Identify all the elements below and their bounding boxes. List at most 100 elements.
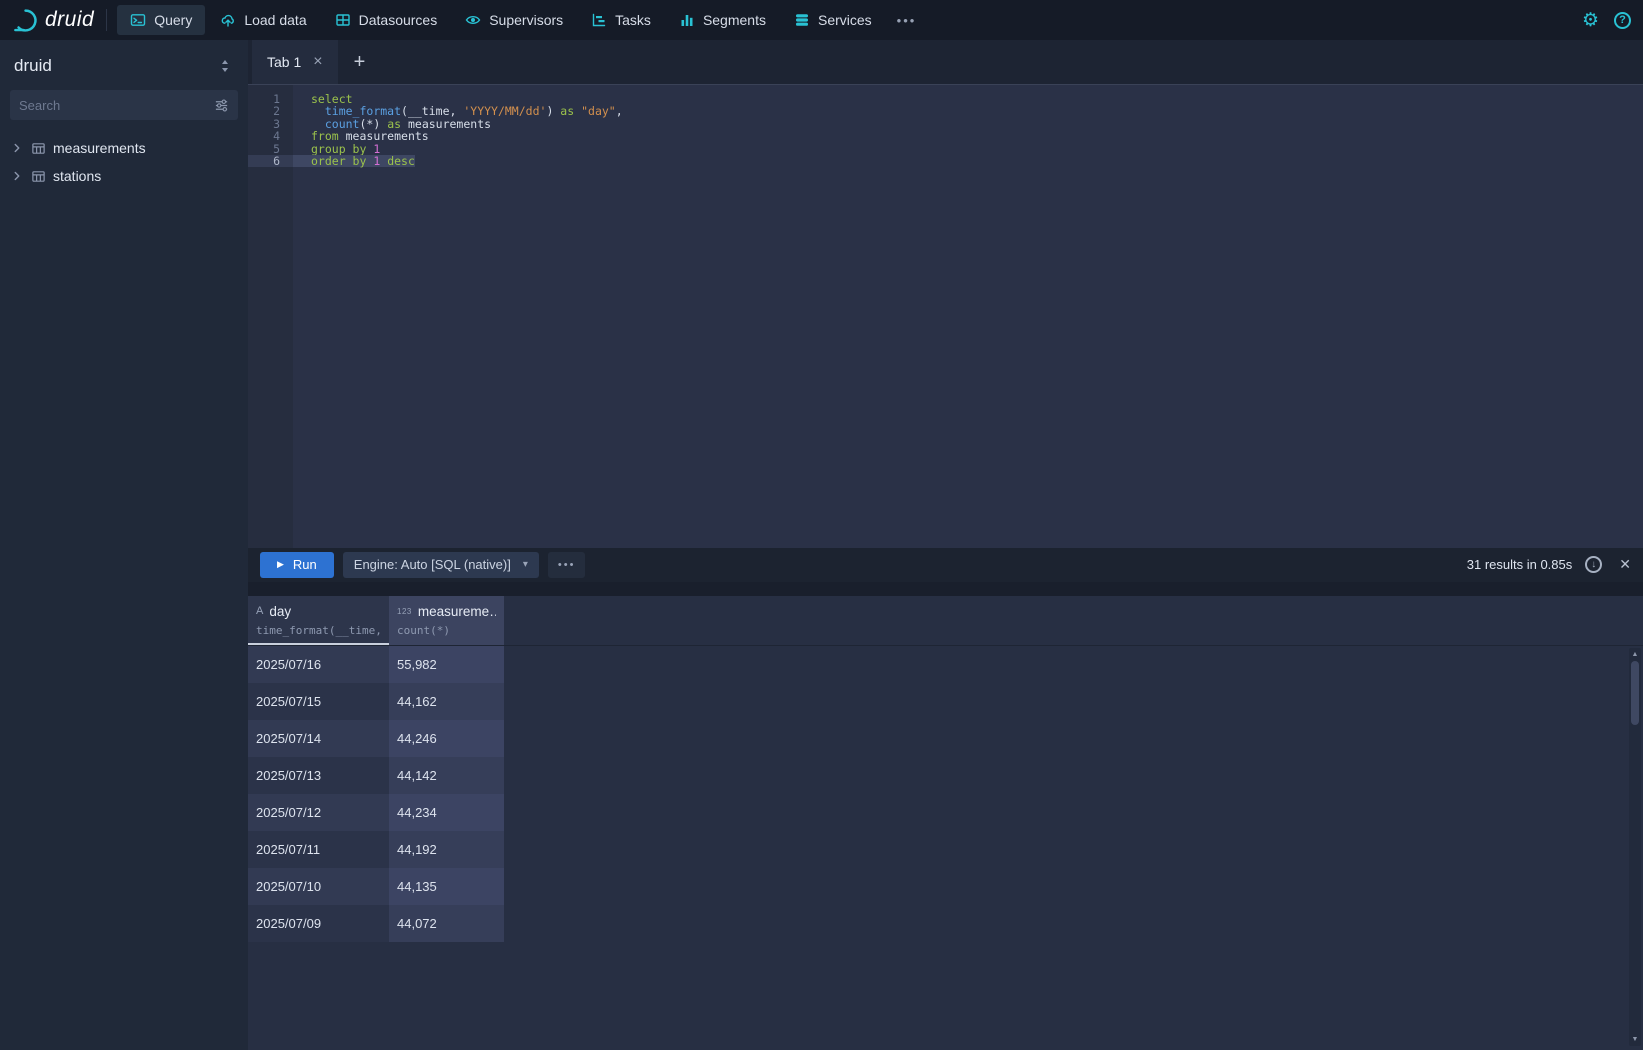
cloud-upload-icon (220, 12, 236, 28)
results-gap (248, 582, 1643, 596)
table-row: 2025/07/1444,246 (248, 720, 1643, 757)
scrollbar-thumb[interactable] (1631, 661, 1639, 725)
code-line: 5group by 1 (248, 143, 1643, 155)
nav-label: Segments (703, 12, 766, 28)
nav-item-supervisors[interactable]: Supervisors (452, 5, 576, 35)
search-input[interactable] (19, 98, 214, 113)
nav-item-services[interactable]: Services (781, 5, 885, 35)
code-line: 4from measurements (248, 130, 1643, 142)
nav-label: Services (818, 12, 872, 28)
results-info: 31 results in 0.85s (1467, 557, 1573, 572)
close-icon[interactable]: × (313, 53, 322, 71)
topbar-divider (106, 9, 107, 31)
table-cell[interactable]: 55,982 (389, 646, 504, 683)
filter-icon[interactable] (214, 98, 229, 113)
nav-item-datasources[interactable]: Datasources (322, 5, 451, 35)
help-icon[interactable]: ? (1614, 12, 1631, 29)
column-name: 123 measureme… (397, 604, 496, 619)
run-button[interactable]: ▶ Run (260, 552, 334, 578)
more-options-button[interactable]: ••• (548, 552, 586, 578)
table-cell[interactable]: 44,135 (389, 868, 504, 905)
table-icon (31, 141, 46, 156)
nav-item-query[interactable]: Query (117, 5, 205, 35)
sql-editor[interactable]: 1select2 time_format(__time, 'YYYY/MM/dd… (248, 85, 1643, 548)
table-icon (31, 169, 46, 184)
sidebar-header: druid (0, 40, 248, 88)
topbar-right: ⚙ ? (1582, 11, 1631, 30)
table-row: 2025/07/1044,135 (248, 868, 1643, 905)
tabstrip: Tab 1 × + (248, 40, 1643, 85)
results-body: 2025/07/1655,9822025/07/1544,1622025/07/… (248, 646, 1643, 942)
add-tab-button[interactable]: + (338, 40, 382, 84)
brand[interactable]: druid (12, 7, 104, 34)
table-cell[interactable]: 2025/07/13 (248, 757, 389, 794)
nav-label: Load data (244, 12, 306, 28)
table-cell[interactable]: 44,234 (389, 794, 504, 831)
bar-chart-icon (679, 12, 695, 28)
table-cell[interactable]: 2025/07/12 (248, 794, 389, 831)
table-cell[interactable]: 2025/07/11 (248, 831, 389, 868)
line-number: 2 (248, 105, 293, 117)
nav-item-tasks[interactable]: Tasks (578, 5, 664, 35)
column-expression: count(*) (397, 624, 496, 637)
table-row: 2025/07/1144,192 (248, 831, 1643, 868)
gear-icon[interactable]: ⚙ (1582, 11, 1599, 30)
vertical-scrollbar[interactable]: ▲ ▼ (1629, 648, 1641, 1047)
scroll-up-icon[interactable]: ▲ (1632, 648, 1639, 661)
tab-1[interactable]: Tab 1 × (252, 40, 338, 84)
main-nav: Query Load data Datasources Supervisors (117, 5, 926, 35)
table-cell[interactable]: 2025/07/10 (248, 868, 389, 905)
schema-sidebar: druid measuremen (0, 40, 248, 1050)
line-number: 5 (248, 143, 293, 155)
brand-text: druid (45, 8, 94, 32)
table-cell[interactable]: 2025/07/09 (248, 905, 389, 942)
chevron-right-icon[interactable] (10, 169, 24, 183)
table-row: 2025/07/0944,072 (248, 905, 1643, 942)
table-cell[interactable]: 44,162 (389, 683, 504, 720)
table-cell[interactable]: 44,192 (389, 831, 504, 868)
results-header: A day time_format(__time,… 123 measureme… (248, 596, 1643, 646)
line-number: 1 (248, 93, 293, 105)
table-cell[interactable]: 2025/07/16 (248, 646, 389, 683)
query-view: Tab 1 × + 1select2 time_format(__time, '… (248, 40, 1643, 1050)
download-icon[interactable]: ↓ (1585, 556, 1602, 573)
column-header-day[interactable]: A day time_format(__time,… (248, 596, 389, 645)
line-number: 6 (248, 155, 293, 167)
table-row: 2025/07/1655,982 (248, 646, 1643, 683)
engine-dropdown[interactable]: Engine: Auto [SQL (native)] ▾ (343, 552, 539, 578)
chevron-down-icon: ▾ (523, 559, 528, 570)
table-cell[interactable]: 2025/07/14 (248, 720, 389, 757)
gantt-icon (591, 12, 607, 28)
tree-item-stations[interactable]: stations (0, 162, 248, 190)
nav-label: Datasources (359, 12, 438, 28)
search-box (10, 90, 238, 120)
string-type-icon: A (256, 605, 263, 617)
table-cell[interactable]: 44,142 (389, 757, 504, 794)
scroll-down-icon[interactable]: ▼ (1632, 1033, 1639, 1046)
nav-more-button[interactable]: ••• (887, 6, 927, 35)
code-line: 3 count(*) as measurements (248, 118, 1643, 130)
nav-item-segments[interactable]: Segments (666, 5, 779, 35)
nav-item-load-data[interactable]: Load data (207, 5, 319, 35)
chevron-right-icon[interactable] (10, 141, 24, 155)
run-label: Run (293, 557, 317, 572)
double-caret-icon[interactable] (218, 58, 232, 74)
column-name: A day (256, 604, 381, 619)
code-line: 6order by 1 desc (248, 155, 1643, 167)
engine-label: Engine: Auto [SQL (native)] (354, 557, 511, 572)
tree-item-measurements[interactable]: measurements (0, 134, 248, 162)
table-row: 2025/07/1344,142 (248, 757, 1643, 794)
column-header-measurements[interactable]: 123 measureme… count(*) (389, 596, 504, 645)
topbar: druid Query Load data Datasources (0, 0, 1643, 40)
number-type-icon: 123 (397, 607, 412, 616)
table-cell[interactable]: 44,246 (389, 720, 504, 757)
datasources-icon (335, 12, 351, 28)
eye-icon (465, 12, 481, 28)
nav-label: Tasks (615, 12, 651, 28)
close-results-icon[interactable]: ✕ (1619, 556, 1631, 573)
line-number: 4 (248, 130, 293, 142)
nav-label: Supervisors (489, 12, 563, 28)
table-cell[interactable]: 44,072 (389, 905, 504, 942)
table-cell[interactable]: 2025/07/15 (248, 683, 389, 720)
tree-item-label: measurements (53, 140, 146, 156)
